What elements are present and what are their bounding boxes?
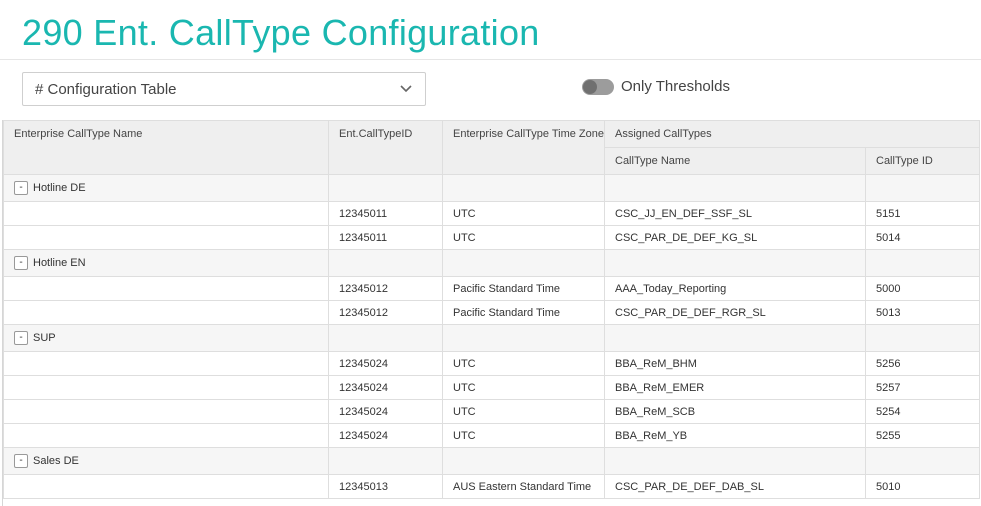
cell-calltype-id: 5254: [864, 399, 981, 424]
group-name: Sales DE: [33, 455, 79, 467]
cell-calltype-name: CSC_PAR_DE_DEF_DAB_SL: [604, 474, 866, 499]
cell-id: 12345011: [328, 201, 443, 226]
cell-calltype-id: 5013: [864, 300, 981, 325]
view-select-value: # Configuration Table: [35, 80, 177, 98]
group-name: Hotline EN: [33, 257, 86, 269]
page-title: 290 Ent. CallType Configuration: [22, 12, 540, 53]
cell-id: 12345024: [328, 351, 443, 376]
table-row[interactable]: 12345013 AUS Eastern Standard Time CSC_P…: [3, 474, 981, 499]
only-thresholds-toggle[interactable]: [582, 78, 614, 95]
cell-timezone: AUS Eastern Standard Time: [442, 474, 605, 499]
group-name-cell: - Hotline DE: [3, 174, 329, 202]
cell-calltype-name: CSC_JJ_EN_DEF_SSF_SL: [604, 201, 866, 226]
cell-calltype-name: CSC_PAR_DE_DEF_RGR_SL: [604, 300, 866, 325]
cell-id: 12345013: [328, 474, 443, 499]
column-header-calltype-name[interactable]: CallType Name: [604, 147, 866, 175]
cell-calltype-id: 5000: [864, 276, 981, 301]
table-row[interactable]: 12345024 UTC BBA_ReM_SCB 5254: [3, 399, 981, 424]
cell-calltype-id: 5255: [864, 423, 981, 448]
group-row: - Hotline DE: [3, 174, 981, 202]
cell-id: 12345011: [328, 225, 443, 250]
cell-id: 12345024: [328, 423, 443, 448]
collapse-button[interactable]: -: [14, 256, 28, 270]
group-name-cell: - SUP: [3, 324, 329, 352]
cell-id: 12345024: [328, 375, 443, 400]
cell-timezone: UTC: [442, 351, 605, 376]
table-row[interactable]: 12345012 Pacific Standard Time CSC_PAR_D…: [3, 300, 981, 325]
only-thresholds-toggle-wrap: Only Thresholds: [582, 78, 730, 95]
column-header-calltype-id[interactable]: CallType ID: [864, 147, 981, 175]
cell-id: 12345012: [328, 276, 443, 301]
cell-calltype-name: AAA_Today_Reporting: [604, 276, 866, 301]
group-row: - SUP: [3, 324, 981, 352]
table-body: - Hotline DE 12345011 UTC CSC_JJ_EN_DEF_S…: [3, 174, 981, 499]
title-divider: [0, 59, 981, 60]
collapse-button[interactable]: -: [14, 331, 28, 345]
collapse-button[interactable]: -: [14, 454, 28, 468]
table-row[interactable]: 12345024 UTC BBA_ReM_EMER 5257: [3, 375, 981, 400]
cell-calltype-id: 5256: [864, 351, 981, 376]
table-row[interactable]: 12345011 UTC CSC_PAR_DE_DEF_KG_SL 5014: [3, 225, 981, 250]
cell-timezone: Pacific Standard Time: [442, 300, 605, 325]
cell-timezone: UTC: [442, 201, 605, 226]
cell-calltype-id: 5014: [864, 225, 981, 250]
group-name: SUP: [33, 332, 56, 344]
group-row: - Hotline EN: [3, 249, 981, 277]
cell-calltype-name: CSC_PAR_DE_DEF_KG_SL: [604, 225, 866, 250]
chevron-down-icon: [399, 82, 413, 96]
column-header-name[interactable]: Enterprise CallType Name: [3, 120, 329, 175]
configuration-table: Enterprise CallType Name Ent.CallTypeID …: [3, 120, 981, 499]
cell-calltype-name: BBA_ReM_EMER: [604, 375, 866, 400]
column-header-assigned: Assigned CallTypes: [603, 120, 981, 148]
group-name-cell: - Hotline EN: [3, 249, 329, 277]
only-thresholds-label: Only Thresholds: [621, 78, 730, 95]
collapse-button[interactable]: -: [14, 181, 28, 195]
group-row: - Sales DE: [3, 447, 981, 475]
cell-timezone: UTC: [442, 375, 605, 400]
cell-id: 12345024: [328, 399, 443, 424]
cell-calltype-id: 5010: [864, 474, 981, 499]
table-row[interactable]: 12345024 UTC BBA_ReM_BHM 5256: [3, 351, 981, 376]
cell-timezone: Pacific Standard Time: [442, 276, 605, 301]
configuration-table-container[interactable]: Enterprise CallType Name Ent.CallTypeID …: [2, 120, 981, 506]
column-header-timezone[interactable]: Enterprise CallType Time Zone: [442, 120, 605, 175]
cell-calltype-name: BBA_ReM_YB: [604, 423, 866, 448]
column-header-id[interactable]: Ent.CallTypeID: [328, 120, 443, 175]
table-row[interactable]: 12345011 UTC CSC_JJ_EN_DEF_SSF_SL 5151: [3, 201, 981, 226]
cell-timezone: UTC: [442, 225, 605, 250]
cell-calltype-id: 5151: [864, 201, 981, 226]
cell-timezone: UTC: [442, 423, 605, 448]
table-row[interactable]: 12345012 Pacific Standard Time AAA_Today…: [3, 276, 981, 301]
table-row[interactable]: 12345024 UTC BBA_ReM_YB 5255: [3, 423, 981, 448]
cell-id: 12345012: [328, 300, 443, 325]
toggle-knob: [583, 79, 597, 94]
cell-timezone: UTC: [442, 399, 605, 424]
group-name: Hotline DE: [33, 182, 86, 194]
cell-calltype-name: BBA_ReM_SCB: [604, 399, 866, 424]
view-select[interactable]: # Configuration Table: [22, 72, 426, 106]
cell-calltype-id: 5257: [864, 375, 981, 400]
group-name-cell: - Sales DE: [3, 447, 329, 475]
cell-calltype-name: BBA_ReM_BHM: [604, 351, 866, 376]
